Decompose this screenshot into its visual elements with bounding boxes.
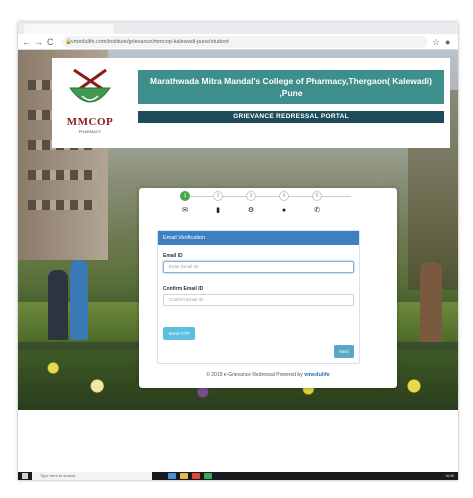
college-header: MMCOP PHARMACY Marathwada Mitra Mandal's…	[52, 58, 450, 148]
lock-icon: 🔒	[65, 39, 72, 45]
email-label: Email ID	[163, 253, 183, 259]
bookmark-star-icon[interactable]: ☆	[432, 36, 440, 48]
taskbar-app-icon[interactable]	[180, 473, 188, 479]
reload-icon[interactable]: C	[47, 36, 54, 48]
phone-icon: ✆	[314, 207, 320, 214]
browser-window: ← → C 🔒 vmedulife.com/institute/grievanc…	[18, 22, 458, 480]
page-viewport: MMCOP PHARMACY Marathwada Mitra Mandal's…	[18, 50, 458, 410]
comment-icon: ●	[281, 207, 287, 214]
page-footer: © 2019 e-Grievance Redressal Powered by …	[139, 372, 397, 378]
envelope-icon: ✉	[182, 207, 188, 214]
mortar-pestle-icon	[69, 68, 111, 103]
portal-title: GRIEVANCE REDRESSAL PORTAL	[138, 111, 444, 123]
clipboard-icon: ▮	[216, 207, 220, 214]
confirm-email-input[interactable]: Confirm Email ID	[163, 294, 354, 306]
panel-title: Email Verification	[158, 231, 359, 245]
college-logo: MMCOP PHARMACY	[60, 66, 120, 140]
vmedulife-link[interactable]: vmedulife	[304, 372, 330, 378]
step-connector	[185, 196, 351, 197]
browser-tab[interactable]	[24, 24, 114, 34]
step-2-dot: 2	[213, 191, 223, 201]
tab-strip	[18, 22, 458, 34]
confirm-email-label: Confirm Email ID	[163, 286, 204, 292]
url-text: vmedulife.com/institute/grievance/mmcop-…	[71, 39, 229, 45]
college-title-line2: ,Pune	[279, 88, 303, 98]
taskbar-clock: 16:45	[445, 474, 454, 478]
college-title: Marathwada Mitra Mandal's College of Pha…	[138, 70, 444, 104]
cogs-icon: ⚙	[247, 207, 255, 214]
taskbar-app-icon[interactable]	[204, 473, 212, 479]
footer-text: © 2019 e-Grievance Redressal Powered by	[206, 372, 303, 378]
address-bar: ← → C 🔒 vmedulife.com/institute/grievanc…	[18, 34, 458, 50]
taskbar-search[interactable]: Type here to search	[32, 472, 152, 480]
step-3-dot: 3	[246, 191, 256, 201]
step-5-dot: 5	[312, 191, 322, 201]
send-otp-button[interactable]: Send OTP	[163, 327, 195, 340]
forward-arrow-icon[interactable]: →	[34, 36, 43, 48]
verification-card: 1 2 3 4 5 ✉ ▮ ⚙ ● ✆ Email Verification E…	[139, 188, 397, 388]
step-1-dot: 1	[180, 191, 190, 201]
url-field[interactable]: 🔒 vmedulife.com/institute/grievance/mmco…	[62, 36, 428, 48]
background-person	[420, 262, 442, 342]
step-4-dot: 4	[279, 191, 289, 201]
taskbar-app-icon[interactable]	[192, 473, 200, 479]
background-person	[70, 260, 88, 340]
os-taskbar: Type here to search 16:45	[18, 472, 458, 480]
logo-tagline: PHARMACY	[78, 129, 102, 134]
email-input[interactable]: Enter Email ID	[163, 261, 354, 273]
next-button[interactable]: Next	[334, 345, 354, 358]
profile-icon[interactable]: ●	[445, 36, 450, 48]
email-verification-panel: Email Verification Email ID Enter Email …	[157, 230, 360, 364]
back-arrow-icon[interactable]: ←	[22, 36, 31, 48]
college-title-line1: Marathwada Mitra Mandal's College of Pha…	[150, 76, 432, 86]
background-person	[48, 270, 68, 340]
step-progress: 1 2 3 4 5 ✉ ▮ ⚙ ● ✆	[177, 188, 357, 222]
taskbar-app-icon[interactable]	[168, 473, 176, 479]
logo-wordmark: MMCOP	[66, 116, 114, 128]
windows-start-icon[interactable]	[22, 473, 28, 479]
